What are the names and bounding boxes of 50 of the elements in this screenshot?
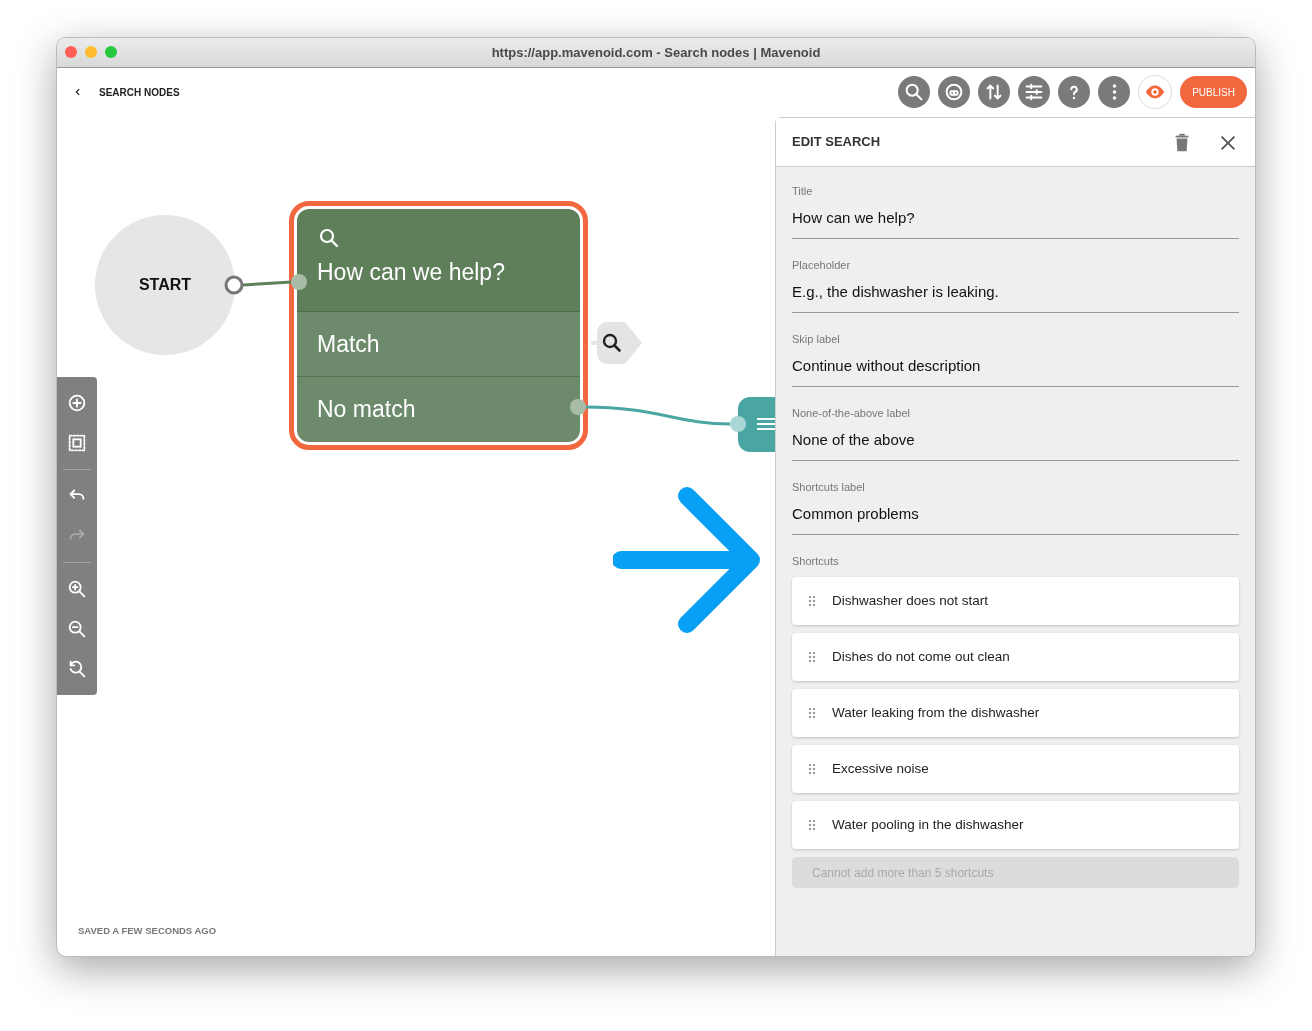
field-label: Shortcuts [792,553,840,569]
bot-button[interactable] [938,76,971,109]
input-port[interactable] [730,415,746,432]
node-output: No match [297,377,580,442]
preview-button[interactable] [1138,75,1173,110]
shortcut-label: Dishwasher does not start [832,592,989,611]
shortcut-label: Excessive noise [832,760,929,779]
save-status: SAVED A FEW SECONDS AGO [78,923,217,938]
output-port[interactable] [570,398,586,415]
connection-line [242,280,293,287]
window-title: https://app.mavenoid.com - Search nodes | Mavenoid [491,43,821,62]
help-button[interactable] [1058,76,1091,109]
drag-handle-icon[interactable] [808,819,816,832]
shortcut-item[interactable]: Dishes do not come out clean [792,633,1239,682]
shortcut-item[interactable]: Excessive noise [792,745,1239,794]
field-label: None-of-the-above label [792,405,912,421]
search-tag[interactable] [591,321,643,364]
field-label: Placeholder [792,257,852,273]
field-label: Title [792,183,814,199]
input-port[interactable] [291,273,307,290]
drag-handle-icon[interactable] [808,651,816,664]
drag-handle-icon[interactable] [808,763,816,776]
more-options-icon [1111,83,1117,102]
shortcut-item[interactable]: Dishwasher does not start [792,577,1239,626]
text-field[interactable]: Continue without description [792,355,1239,387]
text-field[interactable]: None of the above [792,429,1239,461]
output-port[interactable] [224,275,244,295]
drag-handle-icon[interactable] [808,595,816,608]
search-node[interactable]: How can we help? Match No match [289,200,588,450]
close-window-button[interactable] [65,46,77,58]
text-field[interactable]: How can we help? [792,207,1239,239]
sliders-button[interactable] [1018,76,1051,109]
back-button[interactable]: SEARCH NODES [73,84,180,100]
field-label: Skip label [792,331,841,347]
node-output: Match [297,311,580,378]
panel-title: EDIT SEARCH [792,133,881,152]
shortcut-label: Water leaking from the dishwasher [832,704,1040,723]
text-field[interactable]: E.g., the dishwasher is leaking. [792,281,1239,313]
search-button[interactable] [898,76,931,109]
node-title: How can we help? [317,259,506,285]
field-label: Shortcuts label [792,479,866,495]
text-field[interactable]: Common problems [792,503,1239,535]
shortcut-item[interactable]: Water leaking from the dishwasher [792,689,1239,738]
shortcut-item[interactable]: Water pooling in the dishwasher [792,801,1239,850]
start-node: START [95,214,235,355]
shortcut-label: Dishes do not come out clean [832,648,1010,667]
shortcut-label: Water pooling in the dishwasher [832,816,1024,835]
drag-handle-icon[interactable] [808,707,816,720]
more-button[interactable] [1098,76,1131,109]
sort-button[interactable] [978,76,1011,109]
